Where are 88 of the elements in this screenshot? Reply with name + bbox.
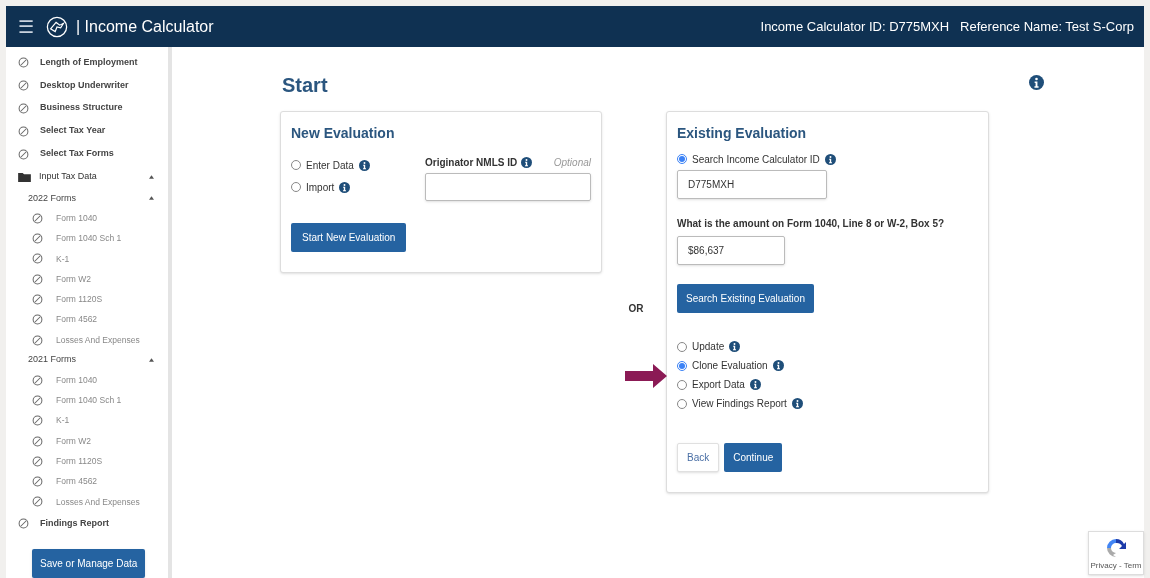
save-button[interactable]: Save or Manage Data (32, 549, 146, 578)
blocked-icon (32, 294, 43, 305)
sidebar-item[interactable]: Losses And Expenses (18, 329, 154, 351)
field-label: Originator NMLS ID (425, 155, 518, 170)
option-label: View Findings Report (692, 397, 787, 411)
back-button[interactable]: Back (677, 443, 720, 472)
sidebar-item[interactable]: Length of Employment (18, 51, 154, 74)
reference-name: Reference Name: Test S-Corp (960, 17, 1134, 36)
amount-field[interactable]: $86,637 (677, 236, 785, 265)
info-icon (749, 379, 761, 390)
menu-icon[interactable]: ☰ (18, 17, 34, 36)
info-icon (1029, 74, 1044, 90)
option-label: Update (692, 340, 725, 354)
sidebar-item[interactable]: Form 1040 (18, 370, 154, 391)
continue-button[interactable]: Continue (724, 443, 783, 472)
sidebar-item[interactable]: Form 1040 Sch 1 (18, 228, 154, 249)
option-label: Export Data (692, 378, 745, 392)
sidebar-group[interactable]: 2021 Forms (18, 350, 154, 371)
info-icon (358, 159, 370, 171)
caret-icon[interactable] (149, 358, 154, 363)
search-evaluation-button[interactable]: Search Existing Evaluation (677, 284, 814, 313)
blocked-icon (18, 56, 29, 68)
blocked-icon (32, 314, 43, 326)
blocked-icon (32, 476, 43, 488)
blocked-icon (32, 334, 43, 346)
caret-icon[interactable] (149, 174, 154, 179)
caret-icon[interactable] (149, 196, 154, 201)
blocked-icon (32, 253, 43, 265)
question-label: What is the amount on Form 1040, Line 8 or W-2, Box 5? (677, 217, 946, 231)
sidebar-item[interactable]: Form 1040 (18, 208, 154, 229)
optional-label: Optional (553, 155, 591, 170)
recaptcha-icon (1104, 536, 1128, 560)
card-title: New Evaluation (291, 124, 396, 143)
blocked-icon (32, 395, 43, 407)
sidebar-item[interactable]: Desktop Underwriter (18, 73, 154, 97)
sidebar-item[interactable]: Form 1120S (18, 451, 154, 472)
folder-icon (18, 171, 31, 182)
sidebar-item[interactable]: Form W2 (18, 269, 154, 290)
option-label: Import (306, 180, 335, 195)
option-label: Clone Evaluation (692, 359, 768, 373)
info-icon (521, 156, 533, 168)
info-icon (729, 341, 741, 352)
sidebar-item[interactable]: Findings Report (18, 512, 154, 535)
info-icon (791, 398, 803, 409)
id-field[interactable]: D775MXH (677, 170, 827, 199)
blocked-icon (32, 435, 43, 447)
blocked-icon (32, 212, 43, 224)
sidebar-item[interactable]: Form 1040 Sch 1 (18, 390, 154, 411)
sidebar-item[interactable]: Form 4562 (18, 309, 154, 330)
input-field[interactable] (425, 173, 591, 201)
blocked-icon (32, 455, 43, 467)
privacy-terms-link[interactable]: Privacy - Term (1089, 562, 1143, 570)
calculator-id: Income Calculator ID: D775MXH (760, 17, 950, 36)
sidebar-item[interactable]: Input Tax Data (18, 165, 154, 189)
app-title: | Income Calculator (76, 16, 214, 37)
info-icon (772, 360, 784, 371)
blocked-icon (32, 233, 43, 245)
sidebar-item[interactable]: Business Structure (18, 96, 154, 120)
option-label: Enter Data (306, 158, 354, 173)
blocked-icon (32, 374, 43, 386)
sidebar-item[interactable]: Select Tax Year (18, 119, 154, 143)
sidebar-item[interactable]: Form 4562 (18, 471, 154, 492)
blocked-icon (32, 273, 43, 285)
info-icon (339, 181, 351, 193)
blocked-icon (18, 125, 29, 137)
sidebar-item[interactable]: Losses And Expenses (18, 491, 154, 513)
sidebar-item[interactable]: Form 1120S (18, 289, 154, 310)
sidebar-item[interactable]: K-1 (18, 410, 154, 431)
recaptcha-badge[interactable]: Privacy - Term (1088, 531, 1144, 575)
sidebar-group[interactable]: 2022 Forms (18, 188, 154, 209)
start-evaluation-button[interactable]: Start New Evaluation (291, 223, 407, 252)
logo-icon (46, 15, 68, 38)
blocked-icon (18, 518, 29, 530)
blocked-icon (32, 415, 43, 427)
page-title: Start (282, 73, 328, 98)
blocked-icon (32, 496, 43, 508)
sidebar-item[interactable]: K-1 (18, 248, 154, 270)
sidebar-item[interactable]: Form W2 (18, 430, 154, 452)
blocked-icon (18, 102, 29, 114)
card-title: Existing Evaluation (677, 124, 808, 143)
blocked-icon (18, 79, 29, 91)
blocked-icon (18, 148, 29, 160)
option-label: Search Income Calculator ID (692, 152, 820, 167)
sidebar-item[interactable]: Select Tax Forms (18, 142, 154, 166)
info-icon (824, 153, 836, 165)
radio-button[interactable] (677, 154, 687, 164)
or-label: OR (628, 302, 644, 316)
arrow-icon (625, 364, 667, 388)
